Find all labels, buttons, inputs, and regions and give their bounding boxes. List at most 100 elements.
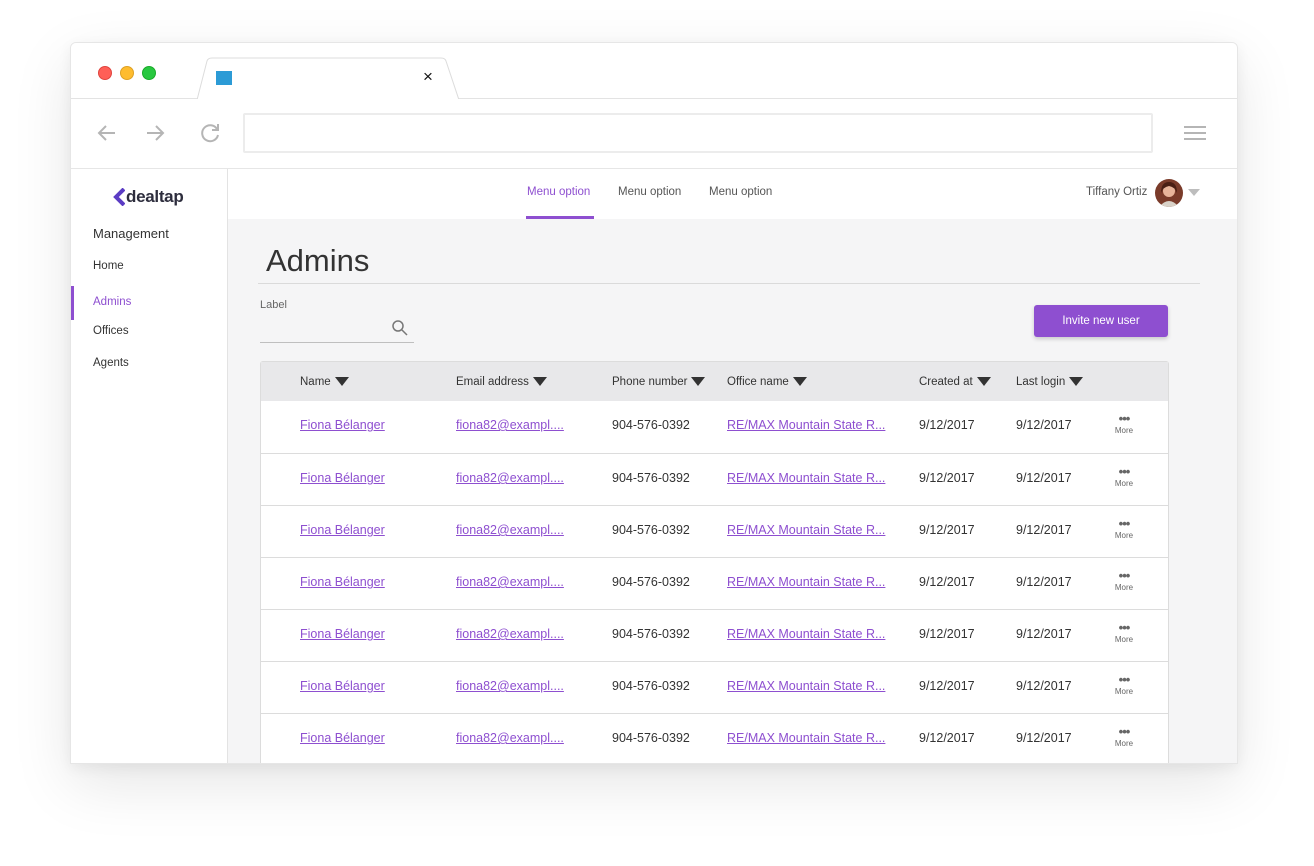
admin-email-link[interactable]: fiona82@exampl.... [456, 627, 564, 641]
top-navigation: Menu option Menu option Menu option Tiff… [228, 169, 1237, 219]
more-dots-icon: ••• [1118, 411, 1131, 426]
admin-office-link[interactable]: RE/MAX Mountain State R... [727, 575, 885, 589]
admin-name-link[interactable]: Fiona Bélanger [300, 731, 385, 745]
column-header-email[interactable]: Email address [456, 362, 547, 401]
more-label: More [1114, 635, 1134, 644]
sidebar-item-admins[interactable]: Admins [93, 296, 131, 308]
more-label: More [1114, 739, 1134, 748]
admin-email-link[interactable]: fiona82@exampl.... [456, 471, 564, 485]
column-header-name[interactable]: Name [300, 362, 349, 401]
admin-email-link[interactable]: fiona82@exampl.... [456, 575, 564, 589]
admin-email-link[interactable]: fiona82@exampl.... [456, 731, 564, 745]
reload-icon[interactable] [196, 119, 224, 147]
column-header-label: Last login [1016, 375, 1066, 388]
menu-option-3[interactable]: Menu option [709, 186, 772, 198]
admin-phone: 904-576-0392 [612, 627, 690, 641]
menu-option-1[interactable]: Menu option [527, 186, 590, 198]
back-arrow-icon[interactable] [93, 119, 121, 147]
admin-name-link[interactable]: Fiona Bélanger [300, 679, 385, 693]
browser-tab[interactable]: × [197, 57, 459, 100]
close-window-button[interactable] [98, 66, 112, 80]
table-row: Fiona Bélanger fiona82@exampl.... 904-57… [261, 609, 1168, 661]
admin-office-link[interactable]: RE/MAX Mountain State R... [727, 731, 885, 745]
admin-created-date: 9/12/2017 [919, 471, 975, 485]
admin-office-link[interactable]: RE/MAX Mountain State R... [727, 418, 885, 432]
admin-phone: 904-576-0392 [612, 679, 690, 693]
admin-last-login-date: 9/12/2017 [1016, 523, 1072, 537]
avatar[interactable] [1155, 179, 1183, 207]
active-menu-underline [526, 216, 594, 219]
admin-created-date: 9/12/2017 [919, 523, 975, 537]
url-bar[interactable] [243, 113, 1153, 153]
admin-name-link[interactable]: Fiona Bélanger [300, 471, 385, 485]
more-actions-button[interactable]: ••• More [1113, 465, 1135, 488]
admin-created-date: 9/12/2017 [919, 679, 975, 693]
favicon-icon [216, 71, 232, 85]
invite-new-user-button[interactable]: Invite new user [1034, 305, 1168, 337]
dealtap-logo[interactable]: dealtap [113, 187, 184, 207]
column-header-label: Office name [727, 375, 789, 388]
admin-name-link[interactable]: Fiona Bélanger [300, 575, 385, 589]
admin-name-link[interactable]: Fiona Bélanger [300, 627, 385, 641]
title-divider [258, 283, 1200, 284]
admin-phone: 904-576-0392 [612, 731, 690, 745]
admin-last-login-date: 9/12/2017 [1016, 627, 1072, 641]
search-icon[interactable] [391, 319, 409, 337]
browser-titlebar: × [71, 43, 1237, 100]
admin-last-login-date: 9/12/2017 [1016, 679, 1072, 693]
more-dots-icon: ••• [1118, 620, 1131, 635]
column-header-office[interactable]: Office name [727, 362, 807, 401]
admin-office-link[interactable]: RE/MAX Mountain State R... [727, 627, 885, 641]
sidebar-heading: Management [93, 226, 169, 241]
more-label: More [1114, 531, 1134, 540]
menu-option-2[interactable]: Menu option [618, 186, 681, 198]
maximize-window-button[interactable] [142, 66, 156, 80]
more-actions-button[interactable]: ••• More [1113, 411, 1135, 435]
more-label: More [1114, 583, 1134, 592]
logo-wordmark: dealtap [126, 187, 184, 206]
admin-office-link[interactable]: RE/MAX Mountain State R... [727, 471, 885, 485]
more-dots-icon: ••• [1118, 568, 1131, 583]
admin-email-link[interactable]: fiona82@exampl.... [456, 523, 564, 537]
user-name[interactable]: Tiffany Ortiz [1086, 186, 1147, 198]
column-header-created[interactable]: Created at [919, 362, 991, 401]
more-actions-button[interactable]: ••• More [1113, 568, 1135, 592]
search-label: Label [260, 299, 287, 311]
minimize-window-button[interactable] [120, 66, 134, 80]
admin-phone: 904-576-0392 [612, 523, 690, 537]
admin-office-link[interactable]: RE/MAX Mountain State R... [727, 523, 885, 537]
admin-email-link[interactable]: fiona82@exampl.... [456, 679, 564, 693]
admin-email-link[interactable]: fiona82@exampl.... [456, 418, 564, 432]
admins-table: Name Email address Phone number Office n… [260, 361, 1169, 763]
sidebar: dealtap Management Home Admins Offices A… [71, 169, 228, 763]
hamburger-menu-icon[interactable] [1181, 119, 1209, 147]
browser-navbar [71, 99, 1237, 169]
admin-created-date: 9/12/2017 [919, 731, 975, 745]
admin-name-link[interactable]: Fiona Bélanger [300, 523, 385, 537]
table-body: Fiona Bélanger fiona82@exampl.... 904-57… [261, 401, 1168, 763]
forward-arrow-icon[interactable] [141, 119, 169, 147]
table-row: Fiona Bélanger fiona82@exampl.... 904-57… [261, 505, 1168, 557]
more-dots-icon: ••• [1118, 672, 1131, 687]
table-row: Fiona Bélanger fiona82@exampl.... 904-57… [261, 401, 1168, 453]
more-actions-button[interactable]: ••• More [1113, 517, 1135, 540]
more-actions-button[interactable]: ••• More [1113, 620, 1135, 644]
sidebar-item-home[interactable]: Home [93, 260, 124, 272]
browser-window: × dealtap Management Home Admins Offices… [70, 42, 1238, 764]
sidebar-item-offices[interactable]: Offices [93, 325, 129, 337]
sort-arrow-icon [1069, 377, 1084, 386]
admin-name-link[interactable]: Fiona Bélanger [300, 418, 385, 432]
more-actions-button[interactable]: ••• More [1113, 672, 1135, 696]
sidebar-item-agents[interactable]: Agents [93, 357, 129, 369]
column-header-label: Email address [456, 375, 529, 388]
window-controls [98, 66, 156, 80]
more-label: More [1114, 479, 1134, 488]
sort-arrow-icon [976, 377, 991, 386]
more-actions-button[interactable]: ••• More [1113, 725, 1135, 748]
table-row: Fiona Bélanger fiona82@exampl.... 904-57… [261, 661, 1168, 713]
column-header-last-login[interactable]: Last login [1016, 362, 1084, 401]
user-menu-chevron-down-icon[interactable] [1188, 189, 1200, 196]
close-tab-icon[interactable]: × [419, 68, 437, 86]
column-header-phone[interactable]: Phone number [612, 362, 706, 401]
admin-office-link[interactable]: RE/MAX Mountain State R... [727, 679, 885, 693]
